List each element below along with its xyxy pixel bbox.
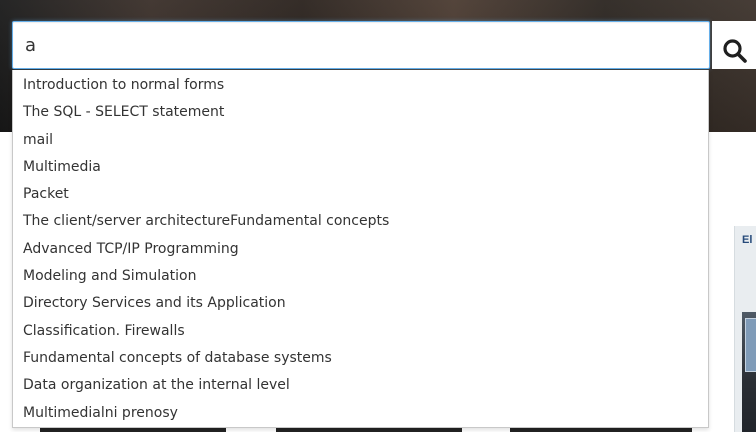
search-bar <box>12 21 712 69</box>
suggestion-item[interactable]: Multimedialni prenosy <box>13 400 708 427</box>
search-icon <box>723 39 747 63</box>
suggestion-item[interactable]: Advanced TCP/IP Programming <box>13 236 708 263</box>
suggestion-item[interactable]: Introduction to normal forms <box>13 72 708 99</box>
autocomplete-suggestions: Introduction to normal forms The SQL - S… <box>12 70 709 428</box>
suggestion-item[interactable]: Classification. Firewalls <box>13 318 708 345</box>
side-card-image <box>742 312 756 432</box>
side-card-title: El <box>742 234 753 246</box>
side-card[interactable]: El <box>734 226 756 432</box>
suggestion-item[interactable]: The SQL - SELECT statement <box>13 99 708 126</box>
search-button[interactable] <box>712 21 756 69</box>
suggestion-item[interactable]: Directory Services and its Application <box>13 290 708 317</box>
suggestion-item[interactable]: Modeling and Simulation <box>13 263 708 290</box>
suggestion-item[interactable]: Multimedia <box>13 154 708 181</box>
suggestion-item[interactable]: The client/server architectureFundamenta… <box>13 208 708 235</box>
suggestion-item[interactable]: Fundamental concepts of database systems <box>13 345 708 372</box>
page: El Introduction to normal forms The SQL … <box>0 0 756 432</box>
suggestion-item[interactable]: mail <box>13 127 708 154</box>
suggestion-item[interactable]: Packet <box>13 181 708 208</box>
search-input[interactable] <box>12 21 710 69</box>
suggestion-item[interactable]: Data organization at the internal level <box>13 372 708 399</box>
